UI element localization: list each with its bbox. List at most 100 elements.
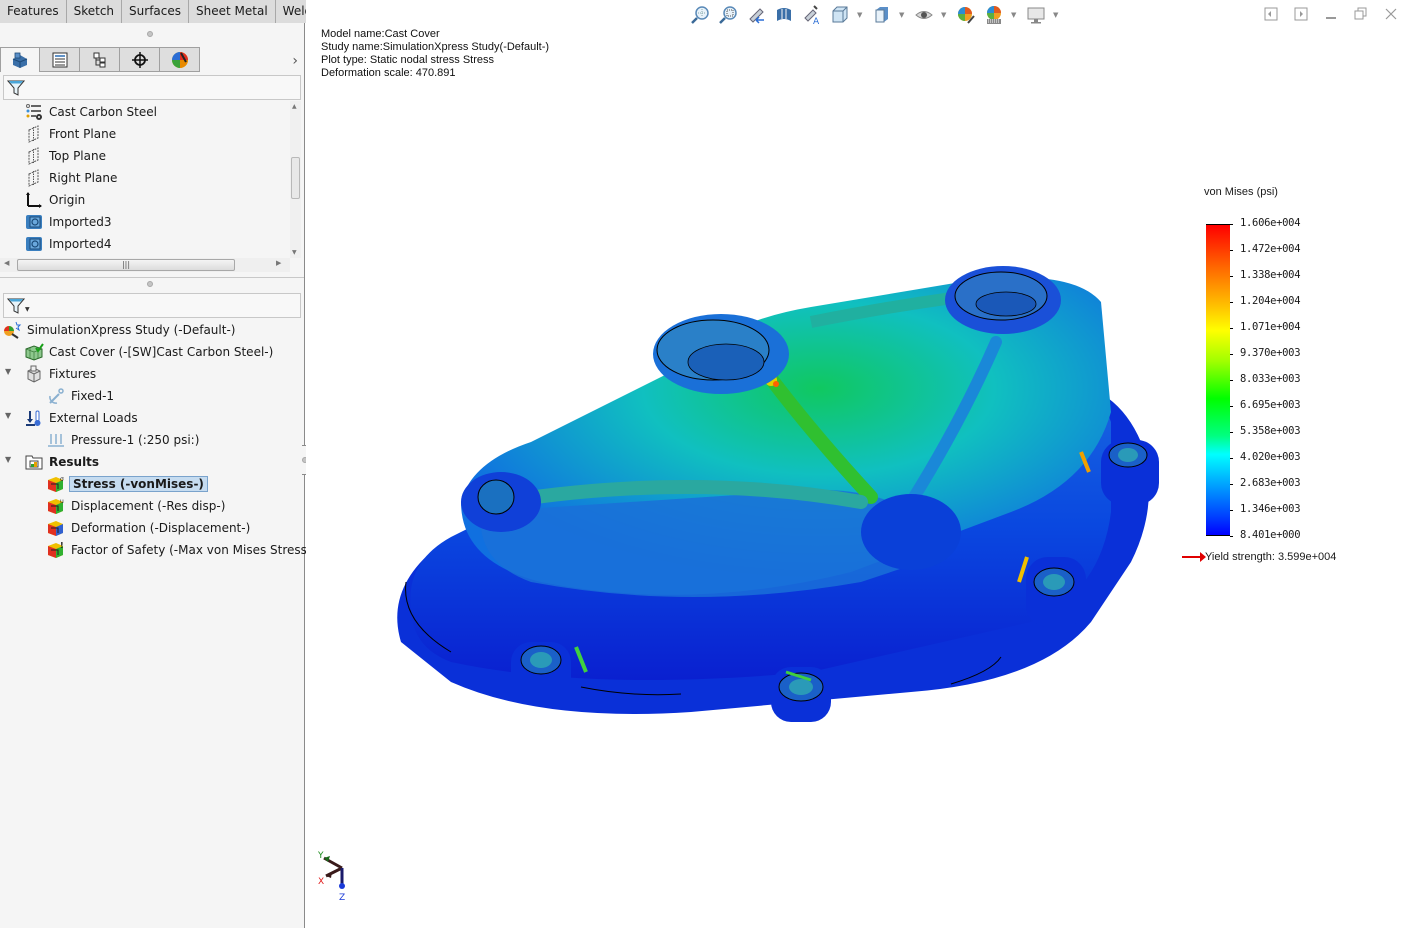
simulation-tree: SimulationXpress Study (-Default-) Cast … bbox=[0, 319, 316, 569]
legend-tick bbox=[1230, 458, 1233, 459]
feature-tree-horizontal-scrollbar[interactable]: ◀ ||| ▶ bbox=[0, 258, 290, 272]
tree-item-displacement-plot[interactable]: u Displacement (-Res disp-) bbox=[46, 495, 227, 517]
orientation-triad[interactable]: Y X Z bbox=[314, 848, 364, 908]
tree-item-results[interactable]: Results bbox=[24, 451, 101, 473]
graphics-area[interactable]: Model name:Cast Cover Study name:Simulat… bbox=[306, 0, 1427, 928]
tree-item-label: Imported4 bbox=[49, 237, 112, 251]
tree-item-label: Stress (-vonMises-) bbox=[69, 476, 208, 492]
plot-type: Plot type: Static nodal stress Stress bbox=[321, 54, 495, 66]
tree-item-pressure-1[interactable]: Pressure-1 (:250 psi:) bbox=[46, 429, 201, 451]
display-manager-tab[interactable] bbox=[160, 47, 200, 72]
plane-icon bbox=[28, 125, 39, 143]
section-view-icon bbox=[777, 8, 791, 21]
close-button[interactable] bbox=[1383, 6, 1399, 22]
tree-item-front-plane[interactable]: Front Plane bbox=[24, 123, 118, 145]
tree-item-stress-plot[interactable]: σ Stress (-vonMises-) bbox=[46, 473, 208, 495]
results-expand-icon[interactable]: ▼ bbox=[5, 455, 15, 464]
view-orientation-button[interactable] bbox=[829, 4, 851, 26]
minimize-icon bbox=[1326, 17, 1336, 19]
zoom-to-area-button[interactable] bbox=[717, 4, 739, 26]
legend-tick-label: 9.370e+003 bbox=[1240, 347, 1301, 359]
tree-item-label: Cast Carbon Steel bbox=[49, 105, 157, 119]
simulation-study-icon bbox=[4, 321, 22, 339]
collapse-right-button[interactable] bbox=[1293, 6, 1309, 22]
apply-scene-button[interactable] bbox=[983, 4, 1005, 26]
hide-show-dropdown-icon[interactable]: ▼ bbox=[941, 11, 949, 19]
svg-text:u: u bbox=[60, 498, 64, 505]
heads-up-view-toolbar: A ▼ ▼ ▼ ▼ ▼ bbox=[689, 4, 1061, 26]
legend-tick bbox=[1230, 250, 1233, 251]
simulation-tree-filter[interactable]: ▼ bbox=[3, 293, 301, 318]
configurationmanager-tab[interactable] bbox=[80, 47, 120, 72]
document-window-controls bbox=[1263, 6, 1427, 22]
tree-item-factor-of-safety-plot[interactable]: ! Factor of Safety (-Max von Mises Stres… bbox=[46, 539, 318, 561]
legend-colorbar bbox=[1206, 224, 1230, 536]
feature-tree: Cast Carbon Steel Front Plane Top Plane … bbox=[0, 101, 290, 258]
legend-tick-label: 5.358e+003 bbox=[1240, 425, 1301, 437]
minimize-button[interactable] bbox=[1323, 6, 1339, 22]
tree-item-fixed-1[interactable]: Fixed-1 bbox=[46, 385, 116, 407]
feature-tree-vertical-scrollbar[interactable]: ▲ ▼ bbox=[290, 101, 301, 258]
model-name: Model name:Cast Cover bbox=[321, 28, 440, 40]
section-view-button[interactable] bbox=[773, 4, 795, 26]
edit-appearance-icon bbox=[958, 7, 975, 24]
zoom-to-fit-button[interactable] bbox=[689, 4, 711, 26]
tree-item-part[interactable]: Cast Cover (-[SW]Cast Carbon Steel-) bbox=[24, 341, 275, 363]
legend-tick-label: 1.204e+004 bbox=[1240, 295, 1301, 307]
svg-text:A: A bbox=[813, 17, 820, 25]
top-splitter-handle[interactable] bbox=[147, 31, 153, 37]
tree-item-top-plane[interactable]: Top Plane bbox=[24, 145, 108, 167]
legend-tick-label: 8.033e+003 bbox=[1240, 373, 1301, 385]
display-style-button[interactable] bbox=[871, 4, 893, 26]
tree-item-right-plane[interactable]: Right Plane bbox=[24, 167, 119, 189]
legend-tick-label: 8.401e+000 bbox=[1240, 529, 1301, 541]
restore-button[interactable] bbox=[1353, 6, 1369, 22]
more-tabs-chevron-icon[interactable]: › bbox=[292, 53, 298, 69]
tree-item-fixtures[interactable]: Fixtures bbox=[24, 363, 98, 385]
filter-dropdown-icon[interactable]: ▼ bbox=[25, 306, 30, 313]
yield-strength: Yield strength: 3.599e+004 bbox=[1182, 551, 1336, 563]
hide-show-items-button[interactable] bbox=[913, 4, 935, 26]
tree-item-label: Top Plane bbox=[49, 149, 106, 163]
view-settings-button[interactable] bbox=[1025, 4, 1047, 26]
svg-text:σ: σ bbox=[60, 476, 64, 483]
solidworks-window: Features Sketch Surfaces Sheet Metal Wel… bbox=[0, 0, 1427, 928]
collapse-left-button[interactable] bbox=[1263, 6, 1279, 22]
fixtures-expand-icon[interactable]: ▼ bbox=[5, 367, 15, 376]
results-folder-icon bbox=[25, 455, 43, 470]
origin-icon bbox=[26, 192, 42, 208]
imported-body-icon bbox=[26, 215, 42, 229]
tab-sheet-metal[interactable]: Sheet Metal bbox=[189, 0, 276, 23]
stress-plot-icon: σ bbox=[48, 476, 64, 492]
dimxpert-tab[interactable] bbox=[120, 47, 160, 72]
legend-tick bbox=[1230, 302, 1233, 303]
tree-item-study[interactable]: SimulationXpress Study (-Default-) bbox=[2, 319, 237, 341]
tab-features[interactable]: Features bbox=[0, 0, 67, 23]
external-loads-expand-icon[interactable]: ▼ bbox=[5, 411, 15, 420]
previous-view-button[interactable] bbox=[745, 4, 767, 26]
featuremanager-tab[interactable] bbox=[0, 47, 40, 72]
display-style-dropdown-icon[interactable]: ▼ bbox=[899, 11, 907, 19]
view-settings-dropdown-icon[interactable]: ▼ bbox=[1053, 11, 1061, 19]
tree-item-deformation-plot[interactable]: Deformation (-Displacement-) bbox=[46, 517, 252, 539]
dynamic-annotation-views-button[interactable]: A bbox=[801, 4, 823, 26]
left-panel: › Cast Carbon Steel Front Plane Top Plan… bbox=[0, 23, 316, 928]
apply-scene-dropdown-icon[interactable]: ▼ bbox=[1011, 11, 1019, 19]
tab-surfaces[interactable]: Surfaces bbox=[122, 0, 190, 23]
stress-plot-model[interactable] bbox=[391, 262, 1161, 722]
tree-item-external-loads[interactable]: External Loads bbox=[24, 407, 140, 429]
view-orientation-dropdown-icon[interactable]: ▼ bbox=[857, 11, 865, 19]
feature-tree-filter[interactable] bbox=[3, 75, 301, 100]
propertymanager-tab[interactable] bbox=[40, 47, 80, 72]
tree-item-origin[interactable]: Origin bbox=[24, 189, 87, 211]
tree-item-label: Right Plane bbox=[49, 171, 118, 185]
tab-sketch[interactable]: Sketch bbox=[66, 0, 123, 23]
tree-item-material[interactable]: Cast Carbon Steel bbox=[24, 101, 159, 123]
restore-icon bbox=[1354, 7, 1367, 20]
edit-appearance-button[interactable] bbox=[955, 4, 977, 26]
tree-item-imported4[interactable]: Imported4 bbox=[24, 233, 113, 255]
tree-item-label: Fixed-1 bbox=[71, 389, 115, 403]
panel-splitter-handle[interactable] bbox=[147, 281, 153, 287]
tree-item-imported3[interactable]: Imported3 bbox=[24, 211, 113, 233]
appearance-pie-icon bbox=[171, 51, 188, 68]
